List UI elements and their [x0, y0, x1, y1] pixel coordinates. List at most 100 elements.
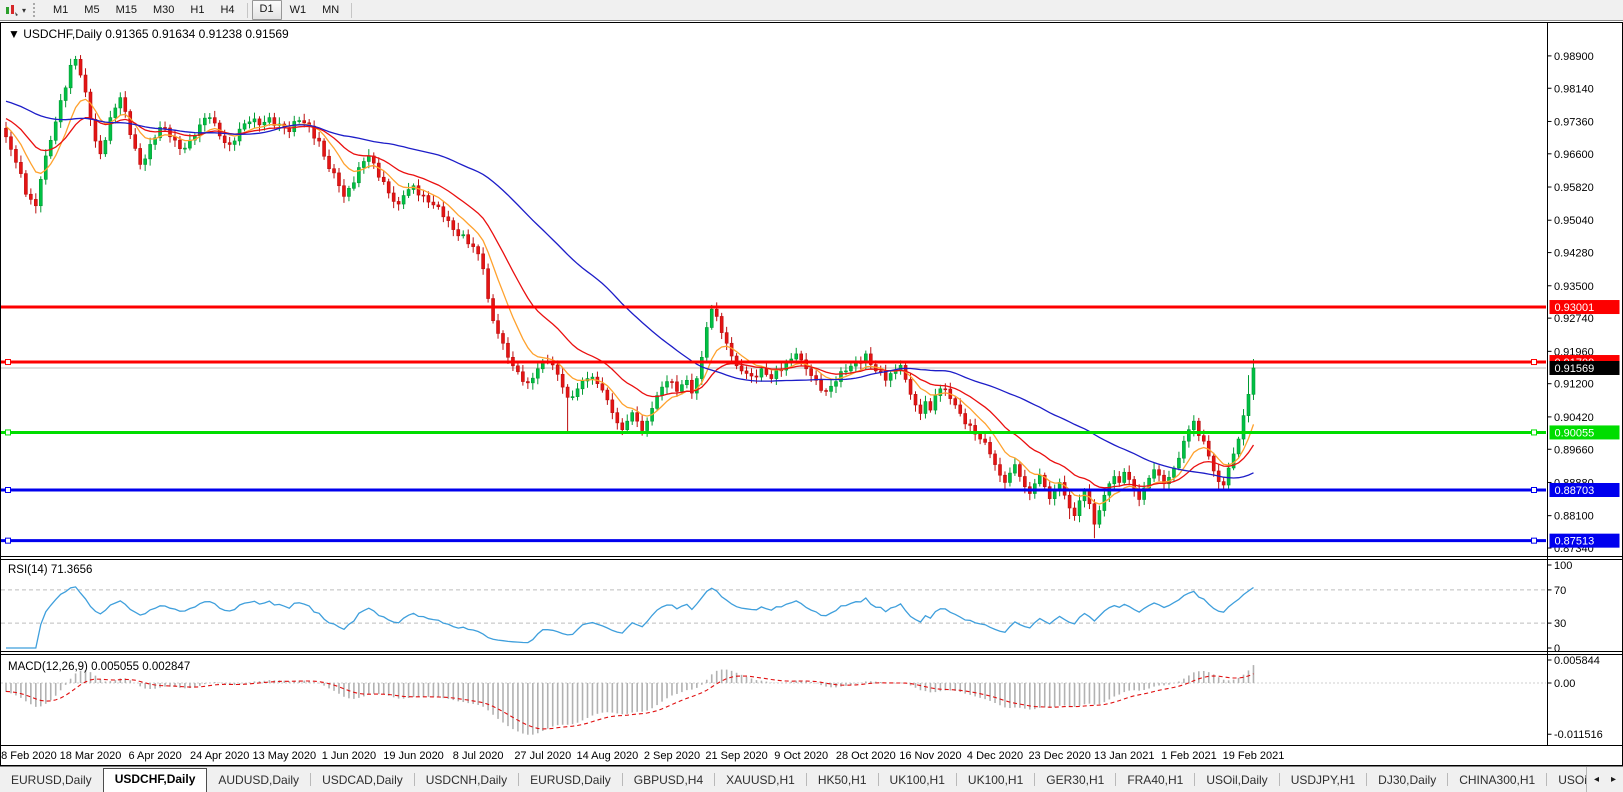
date-label: 13 May 2020	[253, 750, 317, 762]
candle-body	[377, 163, 380, 177]
tab-EURUSD-Daily[interactable]: EURUSD,Daily	[0, 769, 103, 792]
timeframe-button-M30[interactable]: M30	[145, 1, 182, 19]
candle-body	[571, 397, 574, 398]
tab-USDCNH-Daily[interactable]: USDCNH,Daily	[415, 769, 518, 792]
date-label: 27 Jul 2020	[514, 750, 571, 762]
date-label: 4 Dec 2020	[967, 750, 1023, 762]
hline-handle[interactable]	[1532, 430, 1537, 435]
candle-body	[765, 369, 768, 375]
date-label: 16 Nov 2020	[899, 750, 961, 762]
candle-body	[457, 230, 460, 236]
tab-USDCHF-Daily[interactable]: USDCHF,Daily	[103, 768, 208, 792]
candle-body	[591, 377, 594, 378]
candle-body	[39, 179, 42, 205]
candle-body	[1172, 468, 1175, 477]
hline-handle[interactable]	[6, 430, 11, 435]
hline-handle[interactable]	[1532, 538, 1537, 543]
macd-tick-label: -0.011516	[1554, 729, 1603, 741]
candle-body	[213, 118, 216, 123]
candle-body	[566, 387, 569, 397]
tab-USDJPY-H1[interactable]: USDJPY,H1	[1280, 769, 1366, 792]
tab-GER30-H1[interactable]: GER30,H1	[1035, 769, 1115, 792]
candle-body	[144, 159, 147, 165]
dropdown-caret-icon[interactable]: ▾	[22, 6, 26, 15]
candle-body	[924, 402, 927, 414]
candle-body	[69, 65, 72, 88]
candle-body	[392, 193, 395, 201]
candle-body	[1113, 477, 1116, 484]
candle-body	[680, 385, 683, 392]
candle-body	[745, 371, 748, 374]
timeframe-button-group: M1M5M15M30H1H4 D1W1MN	[45, 0, 356, 20]
tab-HK50-H1[interactable]: HK50,H1	[807, 769, 878, 792]
candle-body	[258, 119, 261, 125]
price-tick-label: 0.97360	[1554, 116, 1594, 128]
tab-USOil-Daily[interactable]: USOil,Daily	[1195, 769, 1278, 792]
hline-handle[interactable]	[6, 360, 11, 365]
candle-body	[601, 384, 604, 390]
candle-body	[820, 380, 823, 390]
chart-cursor-icon[interactable]: ▾	[5, 3, 28, 17]
tab-UK100-H1[interactable]: UK100,H1	[879, 769, 956, 792]
hline-handle[interactable]	[1532, 487, 1537, 492]
tab-scroll-left-icon[interactable]: ◂	[1594, 774, 1599, 785]
candle-body	[800, 354, 803, 360]
candle-body	[482, 254, 485, 269]
candle-body	[954, 399, 957, 405]
timeframe-button-H1[interactable]: H1	[182, 1, 212, 19]
candle-body	[397, 201, 400, 204]
candle-body	[402, 196, 405, 205]
candle-body	[208, 118, 211, 119]
tab-USDCAD-Daily[interactable]: USDCAD,Daily	[311, 769, 414, 792]
candle-body	[323, 141, 326, 156]
timeframe-button-M15[interactable]: M15	[108, 1, 145, 19]
candle-body	[656, 396, 659, 409]
candle-body	[710, 309, 713, 327]
candle-body	[636, 413, 639, 422]
candle-body	[1182, 441, 1185, 458]
candle-body	[631, 413, 634, 422]
tab-GBPUSD-H4[interactable]: GBPUSD,H4	[623, 769, 714, 792]
candle-body	[114, 108, 117, 118]
candle-body	[94, 119, 97, 141]
date-label: 23 Dec 2020	[1028, 750, 1090, 762]
tab-DJ30-Daily[interactable]: DJ30,Daily	[1367, 769, 1447, 792]
hline-handle[interactable]	[6, 487, 11, 492]
candle-body	[298, 121, 301, 122]
tab-EURUSD-Daily[interactable]: EURUSD,Daily	[519, 769, 622, 792]
candle-body	[750, 373, 753, 376]
hline-handle[interactable]	[6, 538, 11, 543]
toolbar-grip[interactable]	[33, 3, 38, 17]
candle-body	[432, 202, 435, 205]
timeframe-button-M5[interactable]: M5	[76, 1, 107, 19]
tab-AUDUSD-Daily[interactable]: AUDUSD,Daily	[207, 769, 310, 792]
tab-CHINA300-H1[interactable]: CHINA300,H1	[1448, 769, 1546, 792]
timeframe-button-D1[interactable]: D1	[252, 0, 282, 20]
candle-body	[342, 186, 345, 197]
date-label: 19 Feb 2021	[1223, 750, 1285, 762]
candle-body	[243, 124, 246, 129]
timeframe-button-M1[interactable]: M1	[45, 1, 76, 19]
hline-handle[interactable]	[1532, 360, 1537, 365]
price-tick-label: 0.98140	[1554, 83, 1594, 95]
candle-body	[149, 144, 152, 158]
candle-body	[422, 195, 425, 196]
timeframe-button-H4[interactable]: H4	[212, 1, 242, 19]
timeframe-button-W1[interactable]: W1	[282, 1, 315, 19]
candle-body	[685, 380, 688, 384]
candle-body	[675, 382, 678, 392]
tab-UK100-H1[interactable]: UK100,H1	[957, 769, 1034, 792]
price-tick-label: 0.93500	[1554, 281, 1594, 293]
candle-body	[536, 369, 539, 378]
tab-XAUUSD-H1[interactable]: XAUUSD,H1	[715, 769, 806, 792]
candle-body	[720, 316, 723, 332]
candle-body	[467, 235, 470, 244]
candle-body	[74, 59, 77, 65]
timeframe-button-MN[interactable]: MN	[314, 1, 347, 19]
price-tick-label: 0.90420	[1554, 412, 1594, 424]
candle-body	[1098, 511, 1101, 525]
tab-scroll-right-icon[interactable]: ▸	[1611, 774, 1616, 785]
macd-tick-label: 0.005844	[1554, 655, 1600, 667]
tab-FRA40-H1[interactable]: FRA40,H1	[1116, 769, 1194, 792]
candle-body	[760, 369, 763, 377]
